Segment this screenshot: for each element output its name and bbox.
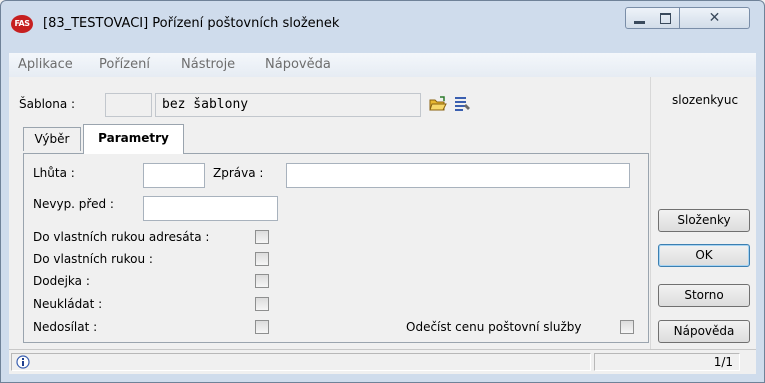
- maximize-button[interactable]: [652, 7, 680, 29]
- close-button[interactable]: ✕: [680, 7, 750, 29]
- do-vlastnich-rukou-checkbox[interactable]: [255, 252, 269, 266]
- menu-porizeni[interactable]: Pořízení: [99, 57, 150, 72]
- zprava-label: Zpráva :: [213, 166, 264, 180]
- menu-nastroje[interactable]: Nástroje: [181, 57, 235, 72]
- sablona-code-field[interactable]: [105, 93, 152, 117]
- maximize-icon: [660, 12, 671, 24]
- menu-napoveda[interactable]: Nápověda: [265, 57, 331, 72]
- ok-button[interactable]: OK: [658, 244, 750, 267]
- minimize-button[interactable]: [625, 7, 653, 29]
- application-window: FAS [83_TESTOVACI] Pořízení poštovních s…: [0, 0, 765, 383]
- close-icon: ✕: [708, 10, 721, 26]
- list-icon[interactable]: [454, 95, 472, 113]
- checkbox-label: Dodejka :: [33, 274, 90, 288]
- tab-vyber[interactable]: Výběr: [23, 127, 81, 151]
- odecist-label: Odečíst cenu poštovní služby: [406, 320, 582, 334]
- checkbox-label: Nedosílat :: [33, 320, 98, 334]
- nevyp-label: Nevyp. před :: [33, 197, 114, 211]
- napoveda-button[interactable]: Nápověda: [658, 320, 750, 343]
- neukladat-checkbox[interactable]: [255, 297, 269, 311]
- parametry-panel: Lhůta : Zpráva : Nevyp. před : Do vlastn…: [23, 153, 649, 343]
- slozenky-button[interactable]: Složenky: [658, 209, 750, 232]
- open-folder-icon[interactable]: [429, 96, 447, 112]
- info-icon: [16, 355, 30, 369]
- tab-parametry[interactable]: Parametry: [83, 124, 184, 154]
- checkbox-label: Neukládat :: [33, 297, 103, 311]
- status-bar: 1/1: [9, 349, 756, 374]
- menu-bar: Aplikace Pořízení Nástroje Nápověda: [9, 53, 756, 78]
- client-area: Šablona : bez šablony Výběr Parametry Lh…: [9, 77, 756, 349]
- checkbox-label: Do vlastních rukou adresáta :: [33, 230, 210, 244]
- window-title: [83_TESTOVACI] Pořízení poštovních slože…: [43, 16, 340, 31]
- nevyp-field[interactable]: [143, 196, 278, 221]
- sablona-name-field[interactable]: bez šablony: [155, 93, 421, 117]
- checkbox-label: Do vlastních rukou :: [33, 252, 153, 266]
- lhuta-label: Lhůta :: [33, 166, 75, 180]
- menu-aplikace[interactable]: Aplikace: [18, 57, 73, 72]
- lhuta-field[interactable]: [143, 163, 205, 188]
- do-vlastnich-rukou-adresata-checkbox[interactable]: [255, 230, 269, 244]
- minimize-icon: [633, 20, 645, 24]
- page-indicator: 1/1: [594, 353, 740, 371]
- app-logo: FAS: [11, 15, 33, 33]
- storno-button[interactable]: Storno: [658, 284, 750, 307]
- sablona-label: Šablona :: [19, 97, 76, 111]
- status-message-area: [11, 353, 591, 371]
- odecist-cenu-checkbox[interactable]: [620, 320, 634, 334]
- panel-divider: [650, 77, 651, 349]
- nedosilat-checkbox[interactable]: [255, 320, 269, 334]
- form-id-label: slozenkyuc: [672, 93, 739, 107]
- zprava-field[interactable]: [286, 163, 630, 188]
- title-bar: FAS [83_TESTOVACI] Pořízení poštovních s…: [1, 1, 764, 53]
- dodejka-checkbox[interactable]: [255, 274, 269, 288]
